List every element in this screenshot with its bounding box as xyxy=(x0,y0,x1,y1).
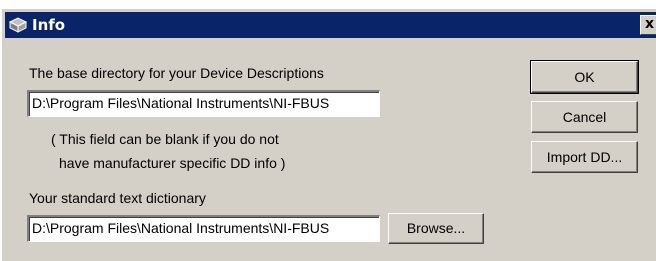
dd-note-line2: have manufacturer specific DD info ) xyxy=(59,155,286,171)
browse-button-label: Browse... xyxy=(406,220,466,236)
close-button[interactable]: x xyxy=(640,15,656,35)
close-icon: x xyxy=(645,16,655,32)
window-title: Info xyxy=(32,16,66,34)
text-dictionary-label: Your standard text dictionary xyxy=(29,190,206,206)
info-dialog: Info x The base directory for your Devic… xyxy=(2,9,656,261)
app-book-icon xyxy=(8,17,28,33)
text-dictionary-input[interactable]: D:\Program Files\National Instruments\NI… xyxy=(27,215,380,242)
ok-button[interactable]: OK xyxy=(530,60,639,94)
title-bar[interactable]: Info x xyxy=(5,12,656,38)
cancel-button-label: Cancel xyxy=(562,109,607,125)
browse-button[interactable]: Browse... xyxy=(388,213,484,244)
dd-directory-input[interactable]: D:\Program Files\National Instruments\NI… xyxy=(27,90,380,117)
import-dd-button-label: Import DD... xyxy=(546,149,623,165)
dd-directory-label: The base directory for your Device Descr… xyxy=(29,65,324,81)
import-dd-button[interactable]: Import DD... xyxy=(531,141,638,173)
dd-note-line1: ( This field can be blank if you do not xyxy=(51,131,279,147)
cancel-button[interactable]: Cancel xyxy=(531,101,638,133)
ok-button-label: OK xyxy=(574,69,595,85)
